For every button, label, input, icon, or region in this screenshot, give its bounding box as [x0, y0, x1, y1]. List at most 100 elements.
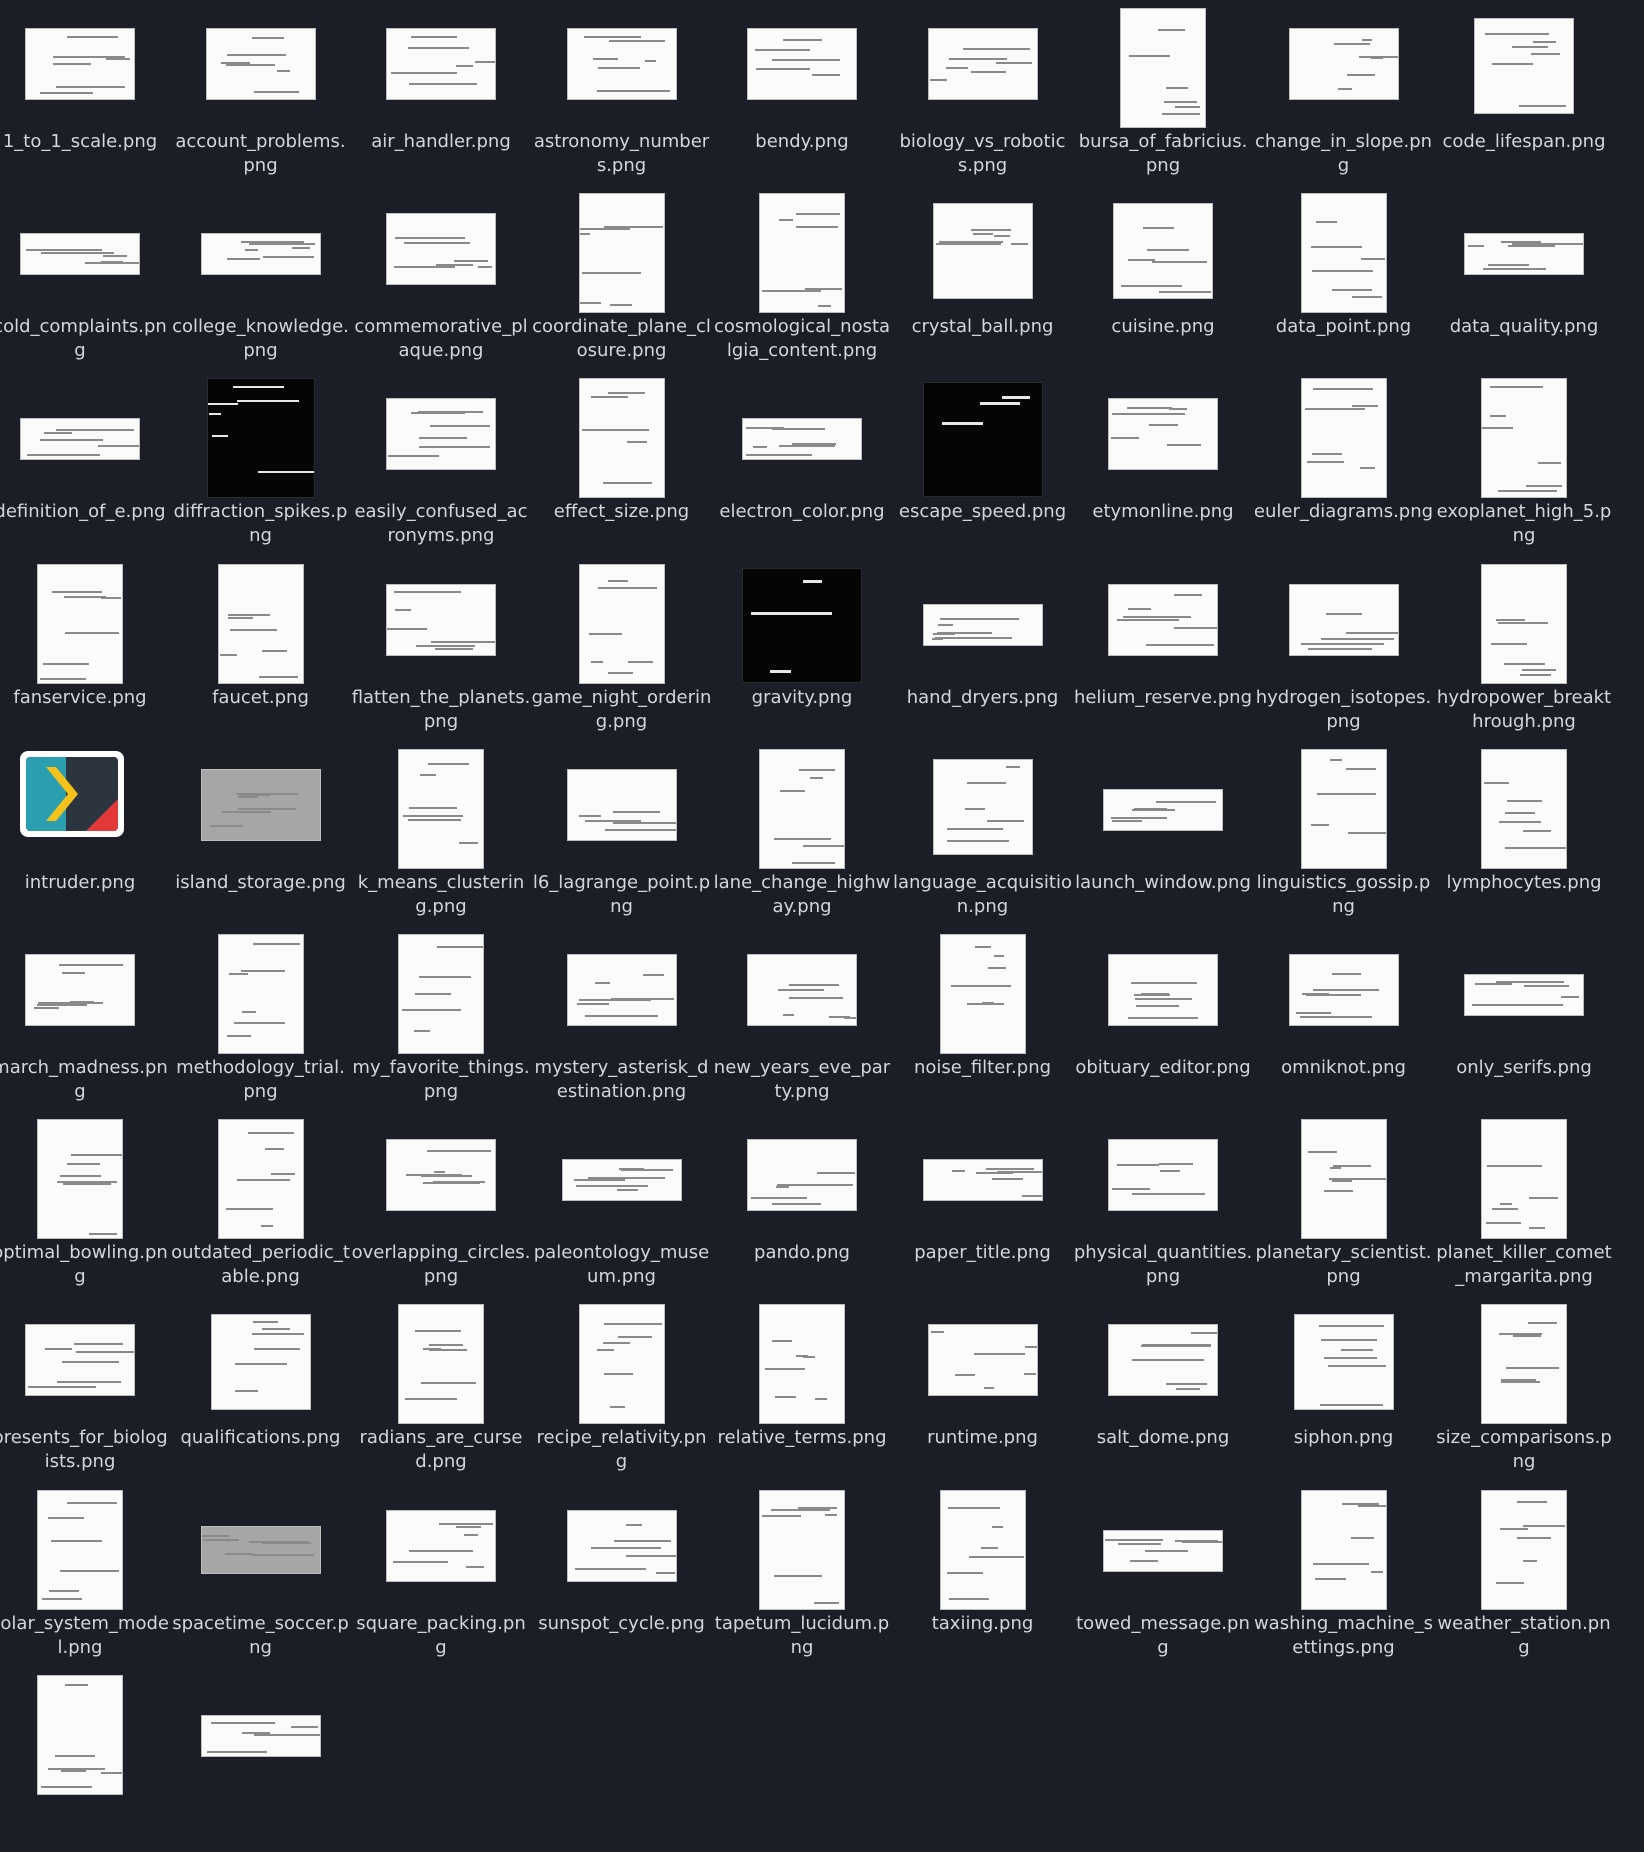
file-item[interactable]: crystal_ball.png [893, 185, 1073, 370]
file-name: pando.png [754, 1242, 850, 1264]
file-item[interactable]: spacetime_soccer.png [171, 1482, 351, 1667]
thumbnail-sketch-line [1533, 41, 1556, 43]
file-item[interactable]: intruder.png [0, 741, 170, 926]
file-item[interactable]: escape_speed.png [893, 370, 1073, 555]
file-item[interactable]: effect_size.png [532, 370, 712, 555]
file-item[interactable]: flatten_the_planets.png [351, 556, 531, 741]
file-item[interactable]: fanservice.png [0, 556, 170, 741]
thumbnail-sketch-line [456, 1525, 481, 1528]
file-item[interactable]: 1_to_1_scale.png [0, 0, 170, 185]
file-item[interactable]: paleontology_museum.png [532, 1111, 712, 1296]
file-item[interactable]: commemorative_plaque.png [351, 185, 531, 370]
file-item[interactable]: qualifications.png [171, 1296, 351, 1481]
file-item[interactable]: recipe_relativity.png [532, 1296, 712, 1481]
file-item[interactable]: easily_confused_acronyms.png [351, 370, 531, 555]
file-item[interactable]: square_packing.png [351, 1482, 531, 1667]
file-item[interactable]: k_means_clustering.png [351, 741, 531, 926]
file-item[interactable]: definition_of_e.png [0, 370, 170, 555]
file-item[interactable]: island_storage.png [171, 741, 351, 926]
file-item[interactable]: paper_title.png [893, 1111, 1073, 1296]
file-item[interactable]: my_favorite_things.png [351, 926, 531, 1111]
file-item[interactable]: linguistics_gossip.png [1254, 741, 1434, 926]
file-item[interactable]: mystery_asterisk_destination.png [532, 926, 712, 1111]
file-item[interactable]: data_quality.png [1434, 185, 1614, 370]
file-item[interactable]: gravity.png [712, 556, 892, 741]
thumbnail-sketch-line [1325, 612, 1362, 615]
file-item[interactable]: exoplanet_high_5.png [1434, 370, 1614, 555]
file-item[interactable]: solar_system_model.png [0, 1482, 170, 1667]
file-item[interactable]: astronomy_numbers.png [532, 0, 712, 185]
file-item[interactable]: runtime.png [893, 1296, 1073, 1481]
file-item[interactable]: taxiing.png [893, 1482, 1073, 1667]
file-item[interactable]: pando.png [712, 1111, 892, 1296]
file-item[interactable]: l6_lagrange_point.png [532, 741, 712, 926]
file-item[interactable]: size_comparisons.png [1434, 1296, 1614, 1481]
thumbnail-sketch-line [1191, 1332, 1217, 1335]
file-item[interactable]: language_acquisition.png [893, 741, 1073, 926]
file-item[interactable]: bursa_of_fabricius.png [1073, 0, 1253, 185]
file-item[interactable]: biology_vs_robotics.png [893, 0, 1073, 185]
file-item[interactable]: obituary_editor.png [1073, 926, 1253, 1111]
file-item[interactable]: change_in_slope.png [1254, 0, 1434, 185]
file-item[interactable]: overlapping_circles.png [351, 1111, 531, 1296]
thumbnail-sketch-line [394, 590, 461, 593]
file-item[interactable]: noise_filter.png [893, 926, 1073, 1111]
file-item[interactable]: washing_machine_settings.png [1254, 1482, 1434, 1667]
file-item[interactable]: optimal_bowling.png [0, 1111, 170, 1296]
file-item[interactable]: code_lifespan.png [1434, 0, 1614, 185]
file-item[interactable]: only_serifs.png [1434, 926, 1614, 1111]
thumbnail-sketch-line [1345, 631, 1398, 634]
thumbnail-sketch-line [789, 997, 843, 999]
file-item[interactable] [0, 1667, 170, 1852]
thumbnail-sketch-line [587, 1177, 665, 1180]
file-item[interactable]: euler_diagrams.png [1254, 370, 1434, 555]
file-item[interactable]: launch_window.png [1073, 741, 1253, 926]
file-item[interactable]: methodology_trial.png [171, 926, 351, 1111]
file-item[interactable]: relative_terms.png [712, 1296, 892, 1481]
file-item[interactable]: cold_complaints.png [0, 185, 170, 370]
file-item[interactable]: cuisine.png [1073, 185, 1253, 370]
file-item[interactable]: college_knowledge.png [171, 185, 351, 370]
file-item[interactable]: planetary_scientist.png [1254, 1111, 1434, 1296]
thumbnail-sketch-line [776, 1186, 789, 1189]
file-thumbnail [742, 567, 862, 683]
file-item[interactable]: salt_dome.png [1073, 1296, 1253, 1481]
file-item[interactable]: faucet.png [171, 556, 351, 741]
file-item[interactable]: march_madness.png [0, 926, 170, 1111]
file-item[interactable]: electron_color.png [712, 370, 892, 555]
file-item[interactable]: presents_for_biologists.png [0, 1296, 170, 1481]
file-item[interactable]: hydropower_breakthrough.png [1434, 556, 1614, 741]
file-item[interactable]: cosmological_nostalgia_content.png [712, 185, 892, 370]
file-item[interactable]: hand_dryers.png [893, 556, 1073, 741]
file-item[interactable]: data_point.png [1254, 185, 1434, 370]
file-item[interactable]: game_night_ordering.png [532, 556, 712, 741]
file-item[interactable] [171, 1667, 351, 1852]
file-item[interactable]: siphon.png [1254, 1296, 1434, 1481]
file-item[interactable]: helium_reserve.png [1073, 556, 1253, 741]
file-item[interactable]: physical_quantities.png [1073, 1111, 1253, 1296]
file-item[interactable]: omniknot.png [1254, 926, 1434, 1111]
file-item[interactable]: radians_are_cursed.png [351, 1296, 531, 1481]
file-name: new_years_eve_party.png [713, 1057, 891, 1102]
thumbnail-sketch-line [59, 964, 123, 966]
file-item[interactable]: weather_station.png [1434, 1482, 1614, 1667]
file-item[interactable]: sunspot_cycle.png [532, 1482, 712, 1667]
file-item[interactable]: lane_change_highway.png [712, 741, 892, 926]
file-item[interactable]: air_handler.png [351, 0, 531, 185]
file-item[interactable]: coordinate_plane_closure.png [532, 185, 712, 370]
file-item[interactable]: towed_message.png [1073, 1482, 1253, 1667]
file-name: runtime.png [927, 1427, 1038, 1449]
file-item[interactable]: diffraction_spikes.png [171, 370, 351, 555]
file-item[interactable]: new_years_eve_party.png [712, 926, 892, 1111]
thumbnail-sketch-line [1312, 388, 1373, 391]
file-item[interactable]: account_problems.png [171, 0, 351, 185]
thumbnail-sketch-line [751, 1197, 807, 1200]
file-item[interactable]: tapetum_lucidum.png [712, 1482, 892, 1667]
file-item[interactable]: hydrogen_isotopes.png [1254, 556, 1434, 741]
file-item[interactable]: outdated_periodic_table.png [171, 1111, 351, 1296]
file-item[interactable]: lymphocytes.png [1434, 741, 1614, 926]
file-item[interactable]: bendy.png [712, 0, 892, 185]
file-item[interactable]: etymonline.png [1073, 370, 1253, 555]
file-item[interactable]: planet_killer_comet_margarita.png [1434, 1111, 1614, 1296]
file-name: cuisine.png [1111, 316, 1215, 338]
